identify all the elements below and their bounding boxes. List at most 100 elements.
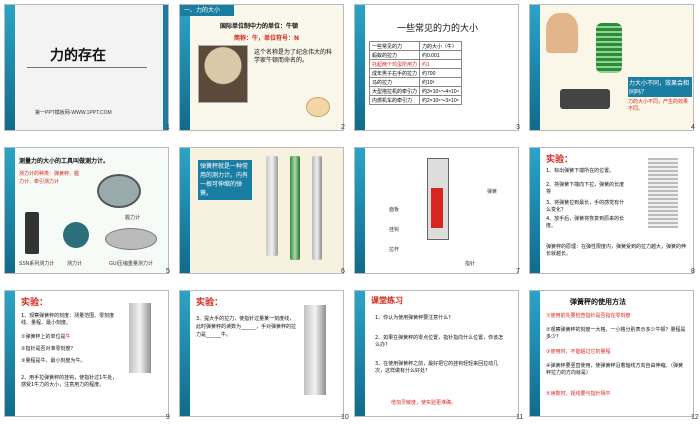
slide-9-item: ③量程是牛，最小刻度为牛。 — [21, 358, 86, 364]
label-hook: 挂钩 — [389, 227, 400, 233]
disc-scale-image — [105, 228, 157, 250]
slide-4-caption: 力大小不同，效果会相同吗？ — [628, 77, 692, 97]
slide-left-bar — [180, 5, 190, 130]
slide-11[interactable]: 课堂练习 1、你认为使用弹簧秤要注意什么？ 2、如果在弹簧秤的零点位置，指针指向… — [354, 290, 519, 417]
slide-11-item: 1、你认为使用弹簧秤要注意什么？ — [375, 315, 454, 321]
slide-left-bar — [180, 148, 190, 273]
slide-12-item: ⑤读数时，视线要与指针相平 — [546, 391, 611, 397]
person-image — [546, 13, 578, 53]
slide-2-abbr: 简称：牛，单位符号：N — [234, 35, 300, 42]
label-panel: 面板 — [389, 207, 400, 213]
slide-11-item: 2、如果在弹簧秤的零点位置，指针指向什么位置，你该怎么办？ — [375, 335, 504, 348]
slide-8-item: 1、标出弹簧下端所在的位置。 — [546, 168, 615, 174]
slide-4-body: 力的大小不同，产生的效果不同。 — [628, 99, 689, 112]
slide-right-bar — [163, 5, 168, 130]
slide-number: 6 — [341, 268, 345, 275]
slide-12-item: ④弹簧秤要竖直使用，使弹簧秤沿着轴线方向自由伸缩。（弹簧秤拉力的方向就是） — [546, 363, 683, 376]
table-row: 马的拉力 约10³ — [368, 77, 462, 87]
slide-11-title: 课堂练习 — [371, 296, 403, 305]
slide-12-item: ②观察弹簧秤的刻度一大格、一小格分别表示多少牛顿？量程是多少？ — [546, 327, 686, 340]
label-grip: 握力计 — [125, 215, 141, 221]
scale-photo — [304, 305, 326, 395]
slide-number: 3 — [516, 124, 520, 131]
slide-2-heading: 国际单位制中力的单位：牛顿 — [220, 23, 299, 30]
table-row: 大型拖拉机的牵引力 约3×10⁴～4×10⁴ — [368, 86, 462, 96]
slide-sorter-grid: 力的存在 第一PPT模板网-WWW.1PPT.COM 1 一、力的大小 国际单位… — [0, 0, 700, 431]
anvil-image — [560, 89, 610, 109]
slide-1[interactable]: 力的存在 第一PPT模板网-WWW.1PPT.COM — [4, 4, 169, 131]
red-indicator — [431, 188, 443, 228]
slide-8-note: 弹簧秤的原理：在弹性限度内，弹簧受到的拉力越大，弹簧的伸长就越长。 — [546, 244, 687, 257]
slide-9-item: 1、观察弹簧秤的刻度：测量范围、零刻度线、量程、最小刻度。 — [21, 313, 115, 326]
slide-left-bar — [355, 148, 365, 273]
label-gui: GUI压缩重量测力计 — [109, 261, 153, 267]
label-spring: 弹簧 — [487, 189, 498, 195]
slide-8-item: 4、放手后，弹簧将恢复到原来的长度。 — [546, 216, 625, 229]
slide-5-title: 测量力的大小的工具叫做测力计。 — [19, 158, 110, 165]
slide-10-body: 3、提大手的拉力，使指针过量某一刻度线，此时弹簧秤的读数为______，手对弹簧… — [196, 316, 297, 338]
slide-9-item: ①弹簧秤上的单位是牛 — [21, 334, 71, 340]
force-table: 一些常见的力 力的大小（牛） 蚂蚁的拉力 约0.001 托起两个鸡蛋所用力 约1 成年… — [368, 41, 462, 105]
label-pointer: 指针 — [465, 261, 476, 267]
slide-number: 11 — [516, 414, 524, 421]
slide-5[interactable]: 测量力的大小的工具叫做测力计。 测力计的种类：弹簧秤、握力计、牵引测力计 握力计… — [4, 147, 169, 274]
slide-number: 4 — [691, 124, 695, 131]
slide-number: 2 — [341, 124, 345, 131]
slide-8-item: 3、将弹簧拉到最长，手的感觉有什么变化？ — [546, 200, 625, 213]
label-meter: 测力计 — [67, 261, 83, 267]
label-ssn: SSN系列测力计 — [19, 261, 55, 267]
portrait-image — [198, 45, 248, 103]
slide-10[interactable]: 实验： 3、提大手的拉力，使指针过量某一刻度线，此时弹簧秤的读数为______，… — [179, 290, 344, 417]
slide-2[interactable]: 一、力的大小 国际单位制中力的单位：牛顿 简称：牛，单位符号：N 这个名称是为了… — [179, 4, 344, 131]
slide-9-title: 实验： — [21, 298, 49, 308]
slide-number: 9 — [166, 414, 170, 421]
slide-8-item: 2、将弹簧下端向下拉，弹簧的长度将 — [546, 182, 625, 195]
scale-photo — [129, 303, 151, 373]
slide-6[interactable]: 弹簧秤就是一种常用的测力计。内有一根可伸缩的弹簧。 — [179, 147, 344, 274]
slide-left-bar — [530, 5, 540, 130]
table-row: 内燃机车的牵引力 约2×10⁵～3×10⁵ — [368, 95, 462, 105]
slide-number: 7 — [516, 268, 520, 275]
slide-number: 1 — [166, 124, 170, 131]
dynamometer-image — [25, 212, 39, 254]
table-row: 托起两个鸡蛋所用力 约1 — [368, 59, 462, 69]
slide-7[interactable]: 弹簧 面板 挂钩 拉杆 指针 — [354, 147, 519, 274]
slide-left-bar — [5, 291, 15, 416]
label-rod: 拉杆 — [389, 247, 400, 253]
slide-6-body: 弹簧秤就是一种常用的测力计。内有一根可伸缩的弹簧。 — [198, 160, 252, 200]
apple-image — [306, 97, 330, 117]
slide-4[interactable]: 力大小不同，效果会相同吗？ 力的大小不同，产生的效果不同。 — [529, 4, 694, 131]
slide-number: 5 — [166, 268, 170, 275]
table-row: 成年男子右手的拉力 约700 — [368, 68, 462, 78]
slide-12-item: ③使用时，不能超过它的量程 — [546, 349, 611, 355]
slide-5-subtitle: 测力计的种类：弹簧秤、握力计、牵引测力计 — [19, 171, 80, 185]
slide-10-title: 实验： — [196, 298, 224, 308]
table-row: 蚂蚁的拉力 约0.001 — [368, 50, 462, 60]
slide-9-item: 2、用手拉弹簧秤的挂钩，使指针过1牛处，感受1牛力的大小，注意用力的程度。 — [21, 375, 118, 388]
table-row: 一些常见的力 力的大小（牛） — [368, 41, 462, 51]
slide-12[interactable]: 弹簧秤的使用方法 ①使用前先要检查指针是否指在零刻度 ②观察弹簧秤的刻度一大格、… — [529, 290, 694, 417]
spring-scale-2 — [290, 156, 300, 260]
slide-8[interactable]: 实验： 1、标出弹簧下端所在的位置。 2、将弹簧下端向下拉，弹簧的长度将 3、将… — [529, 147, 694, 274]
slide-left-bar — [5, 5, 15, 130]
slide-left-bar — [180, 291, 190, 416]
spring-image — [596, 23, 622, 73]
slide-left-bar — [530, 148, 540, 273]
slide-11-footer: 增加灵敏度，使实验更准确。 — [391, 400, 457, 406]
slide-12-title: 弹簧秤的使用方法 — [570, 298, 626, 306]
slide-left-bar — [355, 291, 365, 416]
slide-8-title: 实验： — [546, 155, 574, 165]
spring-scale-1 — [266, 156, 278, 256]
slide-1-title: 力的存在 — [50, 48, 106, 64]
slide-3-title: 一些常见的力的大小 — [397, 24, 479, 34]
slide-left-bar — [5, 148, 15, 273]
dial-image — [63, 222, 89, 248]
slide-3[interactable]: 一些常见的力的大小 一些常见的力 力的大小（牛） 蚂蚁的拉力 约0.001 托起两个… — [354, 4, 519, 131]
slide-number: 12 — [691, 414, 699, 421]
slide-12-item: ①使用前先要检查指针是否指在零刻度 — [546, 313, 631, 319]
slide-number: 10 — [341, 414, 349, 421]
slide-left-bar — [530, 291, 540, 416]
slide-left-bar — [355, 5, 365, 130]
slide-9[interactable]: 实验： 1、观察弹簧秤的刻度：测量范围、零刻度线、量程、最小刻度。 ①弹簧秤上的… — [4, 290, 169, 417]
slide-9-item: ②指针是否对准零刻度？ — [21, 346, 76, 352]
